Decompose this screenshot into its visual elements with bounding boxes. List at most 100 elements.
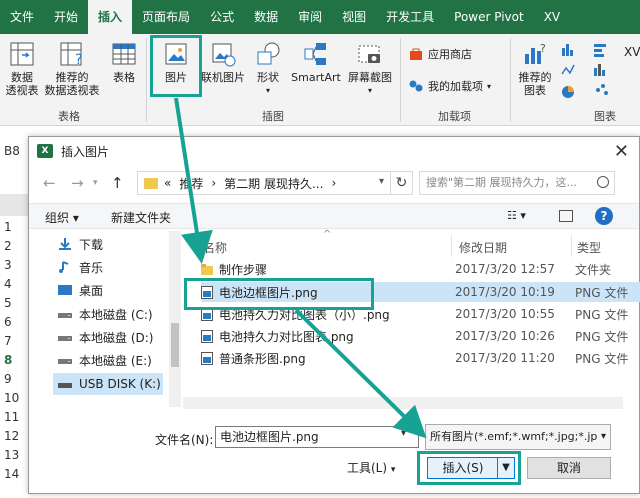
folder-icon: [201, 263, 213, 275]
drive-icon: [58, 336, 72, 341]
online-picture-label: 联机图片: [201, 71, 245, 84]
row-number[interactable]: 1: [0, 218, 28, 237]
selected-file-highlight-box: [184, 278, 374, 310]
tab-insert[interactable]: 插入: [88, 0, 133, 34]
new-folder-button[interactable]: 新建文件夹: [111, 209, 171, 226]
tab-file[interactable]: 文件: [0, 0, 44, 34]
address-bar[interactable]: « 推荐 › 第二期 展现持久... › ▾: [137, 171, 391, 195]
file-list-scrollbar[interactable]: [183, 397, 623, 409]
column-header-date[interactable]: 修改日期: [459, 239, 507, 256]
recommended-pivot-button[interactable]: ? 推荐的 数据透视表: [40, 40, 104, 97]
nav-item-music[interactable]: 音乐: [57, 256, 103, 278]
file-type-filter[interactable]: 所有图片(*.emf;*.wmf;*.jpg;*.jp ▾: [425, 424, 611, 450]
drive-icon: [58, 313, 72, 318]
recommended-charts-label: 推荐的 图表: [518, 71, 552, 97]
addins-icon: [409, 80, 423, 92]
tab-power-pivot[interactable]: Power Pivot: [444, 0, 534, 34]
tools-button[interactable]: 工具(L) ▾: [347, 459, 395, 476]
search-icon: [597, 176, 609, 188]
row-number[interactable]: 12: [0, 427, 28, 446]
help-icon[interactable]: ?: [595, 207, 613, 225]
tab-data[interactable]: 数据: [244, 0, 288, 34]
image-file-icon: [201, 329, 213, 343]
file-type: 文件夹: [575, 262, 612, 277]
row-number[interactable]: 6: [0, 313, 28, 332]
filename-input[interactable]: 电池边框图片.png: [215, 426, 419, 448]
insert-button[interactable]: 插入(S): [427, 457, 499, 479]
pivot-table-button[interactable]: 数据 透视表: [4, 40, 40, 97]
nav-item-drive-e[interactable]: 本地磁盘 (E:): [57, 349, 152, 371]
organize-button[interactable]: 组织 ▾: [45, 209, 79, 226]
file-row[interactable]: 制作步骤 2017/3/20 12:57 文件夹: [201, 259, 640, 279]
preview-pane-icon[interactable]: [559, 210, 573, 222]
online-picture-button[interactable]: 联机图片: [198, 40, 248, 84]
row-number[interactable]: 7: [0, 332, 28, 351]
tab-home[interactable]: 开始: [44, 0, 88, 34]
row-number[interactable]: 5: [0, 294, 28, 313]
up-arrow-icon[interactable]: ↑: [111, 174, 124, 192]
row-number-selected[interactable]: 8: [0, 351, 28, 370]
pivot-table-label: 数据 透视表: [5, 71, 39, 97]
ribbon-tabbar: 文件 开始 插入 页面布局 公式 数据 审阅 视图 开发工具 Power Piv…: [0, 0, 640, 34]
tab-page-layout[interactable]: 页面布局: [132, 0, 200, 34]
row-number[interactable]: 10: [0, 389, 28, 408]
tab-review[interactable]: 审阅: [288, 0, 332, 34]
nav-item-drive-d[interactable]: 本地磁盘 (D:): [57, 326, 153, 348]
recommended-charts-button[interactable]: ? 推荐的 图表: [514, 40, 556, 97]
row-number[interactable]: 3: [0, 256, 28, 275]
smartart-button[interactable]: SmartArt: [288, 40, 344, 84]
name-box[interactable]: B8: [0, 140, 28, 162]
screenshot-button[interactable]: 屏幕截图 ▾: [344, 40, 396, 97]
app-store-label: 应用商店: [428, 47, 472, 61]
address-segment[interactable]: 第二期 展现持久...: [224, 175, 323, 192]
chart-gallery-icons: XV: [561, 44, 640, 98]
tab-developer[interactable]: 开发工具: [376, 0, 444, 34]
nav-item-desktop[interactable]: 桌面: [57, 279, 103, 301]
smartart-icon: [304, 43, 326, 65]
file-name: 制作步骤: [219, 262, 268, 277]
nav-pane-scrollbar[interactable]: [169, 231, 181, 407]
address-separator[interactable]: ›: [331, 176, 336, 190]
row-number[interactable]: 9: [0, 370, 28, 389]
address-separator[interactable]: ›: [211, 176, 216, 190]
nav-item-downloads[interactable]: 下载: [57, 233, 103, 255]
file-row[interactable]: 电池持久力对比图表.png 2017/3/20 10:26 PNG 文件: [201, 326, 640, 346]
address-overflow[interactable]: «: [164, 176, 171, 190]
group-label-charts: 图表: [594, 110, 616, 123]
refresh-icon[interactable]: ↻: [391, 171, 413, 195]
shapes-button[interactable]: 形状 ▾: [250, 40, 286, 97]
tab-view[interactable]: 视图: [332, 0, 376, 34]
recent-dropdown-icon[interactable]: ▾: [93, 178, 98, 188]
back-arrow-icon[interactable]: ←: [43, 174, 56, 192]
view-options-icon[interactable]: ☷ ▾: [507, 209, 526, 222]
search-input[interactable]: 搜索"第二期 展现持久力，这...: [419, 171, 615, 195]
row-number[interactable]: 4: [0, 275, 28, 294]
insert-options-dropdown-icon[interactable]: ▼: [497, 457, 515, 479]
tab-more[interactable]: XV: [534, 0, 570, 34]
filename-dropdown-icon[interactable]: ▾: [401, 428, 406, 439]
cancel-button[interactable]: 取消: [527, 457, 611, 479]
nav-item-usb-disk[interactable]: USB DISK (K:): [53, 373, 163, 395]
row-number[interactable]: 13: [0, 446, 28, 465]
row-number[interactable]: 11: [0, 408, 28, 427]
close-icon[interactable]: ✕: [614, 141, 629, 162]
tab-formulas[interactable]: 公式: [200, 0, 244, 34]
shapes-icon: [257, 42, 280, 65]
app-store-button[interactable]: 应用商店: [408, 46, 472, 62]
file-row[interactable]: 普通条形图.png 2017/3/20 11:20 PNG 文件: [201, 348, 640, 368]
ribbon-body: 数据 透视表 ? 推荐的 数据透视表 表格 图片 联机图片 形状 ▾ Smart…: [0, 34, 640, 126]
forward-arrow-icon[interactable]: →: [71, 174, 84, 192]
address-dropdown-icon[interactable]: ▾: [379, 176, 384, 187]
row-number[interactable]: 14: [0, 465, 28, 484]
table-button[interactable]: 表格: [106, 40, 142, 84]
column-header-corner: [0, 194, 28, 216]
screenshot-label: 屏幕截图: [348, 71, 392, 84]
nav-item-drive-c[interactable]: 本地磁盘 (C:): [57, 303, 153, 325]
scrollbar-thumb[interactable]: [171, 323, 179, 367]
my-addins-button[interactable]: 我的加载项 ▾: [408, 78, 491, 94]
usb-drive-icon: [58, 383, 72, 388]
row-number[interactable]: 2: [0, 237, 28, 256]
column-header-name[interactable]: 名称: [203, 239, 227, 256]
column-header-type[interactable]: 类型: [577, 239, 601, 256]
address-segment[interactable]: 推荐: [179, 175, 203, 192]
